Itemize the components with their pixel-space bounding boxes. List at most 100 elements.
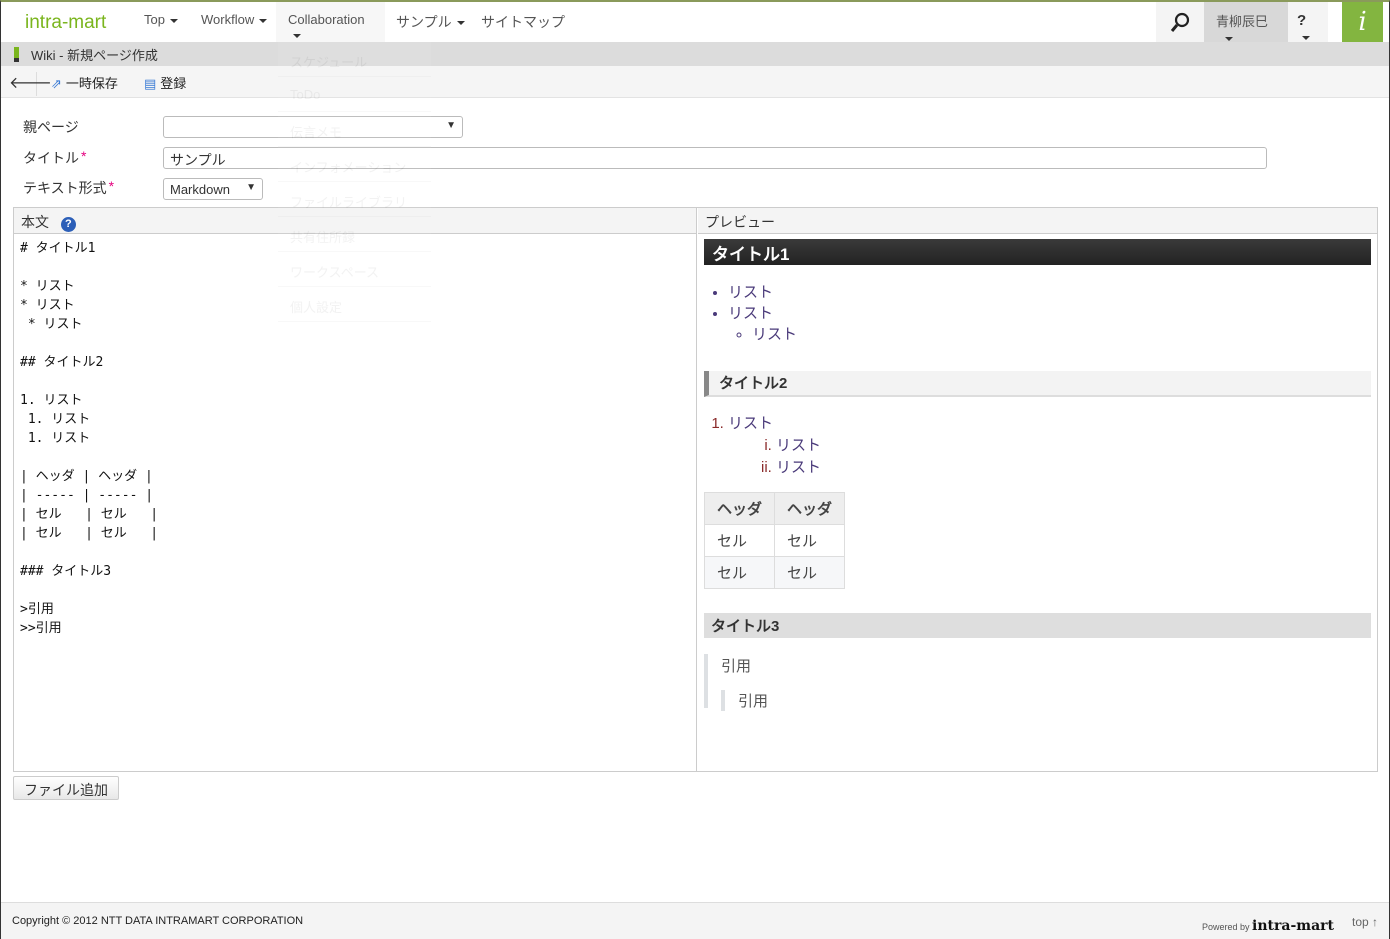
help-icon: ? (1297, 12, 1307, 29)
table-row: セル セル (703, 556, 846, 589)
save-icon: ⇗ (51, 76, 62, 91)
list-item: リスト (776, 457, 1371, 479)
menu-item[interactable]: スケジュール (278, 42, 431, 77)
search-button[interactable] (1156, 2, 1204, 42)
caret-down-icon (169, 18, 178, 23)
back-to-top-link[interactable]: top ↑ (1352, 915, 1378, 929)
toolbar: 🡐 ⇗ 一時保存 ▤ 登録 (1, 66, 1389, 98)
nested-blockquote: 引用 (721, 690, 1371, 711)
list-item: リスト (752, 324, 1371, 345)
back-button[interactable]: 🡐 (9, 72, 52, 96)
dropdown-arrow-icon: ▼ (446, 120, 456, 131)
list-item: リスト リストリスト (728, 413, 1371, 479)
editor-panel: 本文 ? プレビュー # タイトル1 * リスト * リスト * リスト ## タイト… (13, 207, 1378, 772)
collaboration-menu-fading: スケジュール ToDo 伝言メモ インフォメーション ファイルライブラリ 共有住所録 ワーク… (278, 42, 431, 322)
editor-line: 1. リスト (20, 412, 91, 427)
table-cell: セル (774, 524, 846, 557)
search-icon (1170, 12, 1190, 32)
list-item: リスト (728, 282, 1371, 303)
help-icon[interactable]: ? (60, 217, 76, 232)
help-menu[interactable]: ? (1288, 2, 1328, 42)
register-label: 登録 (160, 76, 187, 91)
editor-line: 1. リスト (20, 431, 91, 446)
menu-item[interactable]: 伝言メモ (278, 112, 431, 147)
preview-h2: タイトル2 (704, 371, 1371, 397)
table-cell: セル (703, 556, 776, 589)
table-header: ヘッダ (774, 492, 846, 525)
title-marker (14, 47, 19, 62)
editor-line: | セル | セル | (20, 507, 159, 522)
dropdown-arrow-icon: ▼ (246, 182, 256, 193)
editor-line: >引用 (20, 602, 54, 617)
powered-by-label: Powered by (1202, 922, 1250, 932)
save-temp-label: 一時保存 (65, 76, 118, 91)
text-format-label-text: テキスト形式 (23, 180, 107, 196)
register-icon: ▤ (144, 76, 157, 91)
editor-line: ## タイトル2 (20, 355, 104, 370)
add-file-button[interactable]: ファイル追加 (13, 776, 119, 800)
preview-ul: リスト リスト リスト (728, 282, 1371, 345)
nav-sitemap[interactable]: サイトマップ (469, 2, 577, 42)
caret-down-icon (456, 21, 465, 26)
table-row: セル セル (703, 524, 846, 557)
table-cell: セル (703, 524, 776, 557)
preview-table: ヘッダ ヘッダ セル セル セル セル (703, 492, 846, 589)
preview-ol: リスト リストリスト (728, 413, 1371, 479)
menu-item[interactable]: インフォメーション (278, 147, 431, 182)
text-format-label: テキスト形式 * (23, 178, 114, 198)
register-button[interactable]: ▤ 登録 (144, 73, 186, 92)
menu-item[interactable]: ワークスペース (278, 252, 431, 287)
footer: Copyright © 2012 NTT DATA INTRAMART CORP… (1, 902, 1389, 939)
title-label-text: タイトル (23, 150, 79, 166)
editor-header-label: 本文 (21, 214, 49, 230)
nav-label: サイトマップ (481, 14, 565, 30)
header: intra-mart Top Workflow Collaboration サン… (1, 2, 1389, 42)
required-mark: * (108, 178, 115, 194)
nav-label: Collaboration (288, 12, 365, 27)
menu-item[interactable]: 共有住所録 (278, 217, 431, 252)
logo[interactable]: intra-mart (25, 12, 106, 34)
user-name: 青柳辰巳 (1216, 14, 1269, 29)
intra-mart-logo: intra-mart (1252, 918, 1334, 934)
text-format-select[interactable]: Markdown ▼ (163, 178, 263, 200)
list-item-text: リスト (776, 437, 822, 454)
text-format-value: Markdown (170, 182, 230, 197)
editor-line: | セル | セル | (20, 526, 159, 541)
page-title-bar: Wiki - 新規ページ作成 (1, 42, 1389, 66)
powered-by: Powered by intra-mart (1202, 918, 1334, 934)
caret-down-icon (259, 18, 268, 23)
nav-label: Top (144, 12, 165, 27)
brand-i-button[interactable]: i (1342, 2, 1383, 42)
copyright: Copyright © 2012 NTT DATA INTRAMART CORP… (12, 915, 304, 927)
save-temp-button[interactable]: ⇗ 一時保存 (51, 73, 118, 92)
menu-item[interactable]: ToDo (278, 77, 431, 112)
table-cell: セル (774, 556, 846, 589)
menu-item[interactable]: 個人設定 (278, 287, 431, 322)
required-mark: * (81, 148, 87, 164)
preview-pane: タイトル1 リスト リスト リスト タイトル2 リスト リストリスト ヘッダヘッ… (698, 234, 1377, 771)
arrow-left-icon: 🡐 (9, 75, 52, 92)
editor-line: 1. リスト (20, 393, 83, 408)
list-item-text: リスト (728, 415, 774, 432)
nav-label: Workflow (201, 12, 255, 27)
editor-line: | ----- | ----- | (20, 488, 154, 503)
preview-h3: タイトル3 (704, 613, 1371, 638)
user-menu[interactable]: 青柳辰巳 (1204, 2, 1288, 42)
caret-down-icon (1225, 36, 1233, 41)
title-label: タイトル * (23, 148, 86, 168)
preview-blockquote: 引用 引用 (704, 654, 1371, 711)
list-item: リスト (776, 435, 1371, 457)
nav-sample[interactable]: サンプル (384, 2, 477, 42)
preview-header: プレビュー (698, 208, 1377, 234)
list-item-text: リスト (776, 459, 822, 476)
nav-collaboration[interactable]: Collaboration (276, 2, 385, 42)
nav-workflow[interactable]: Workflow (189, 2, 279, 42)
nav-top[interactable]: Top (132, 2, 190, 42)
menu-item[interactable]: ファイルライブラリ (278, 182, 431, 217)
caret-down-icon (293, 33, 301, 38)
